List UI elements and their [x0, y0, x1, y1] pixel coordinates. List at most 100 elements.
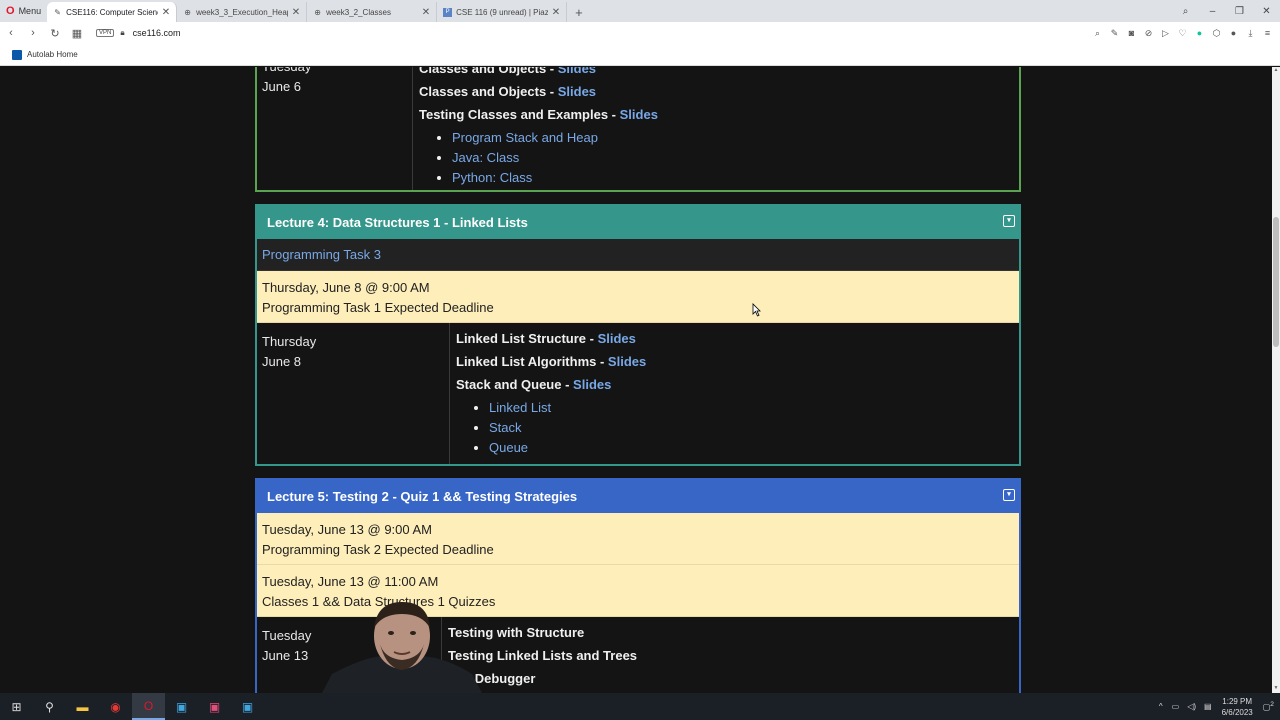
slides-link[interactable]: Slides — [558, 67, 596, 76]
deadline-row: Thursday, June 8 @ 9:00 AM Programming T… — [257, 271, 1019, 323]
windows-start-icon[interactable]: ⊞ — [0, 693, 33, 720]
topic-item: Stack and Queue - Slides — [456, 377, 612, 392]
close-tab-icon[interactable]: ✕ — [422, 7, 430, 18]
close-tab-icon[interactable]: ✕ — [552, 7, 560, 18]
lock-icon[interactable]: 🔒︎ — [120, 28, 124, 38]
address-bar: ‹ › ↻ ▦ VPN 🔒︎ cse116.com ⌕ ✎ ◙ ⊘ ▷ ♡ ● … — [0, 22, 1280, 44]
programming-task-link[interactable]: Programming Task 3 — [262, 247, 381, 262]
tab-search-icon[interactable]: ⌕ — [1172, 6, 1199, 17]
forward-icon[interactable]: › — [22, 27, 44, 39]
resource-link[interactable]: Program Stack and Heap — [452, 130, 598, 145]
network-icon[interactable]: ▭ — [1172, 702, 1180, 711]
extensions-cube-icon[interactable]: ⬡ — [1208, 28, 1225, 39]
zoom-icon[interactable]: ⌕ — [1089, 28, 1106, 39]
download-icon[interactable]: ⤓ — [1242, 28, 1259, 39]
resource-link[interactable]: Stack — [489, 420, 522, 435]
grammarly-icon[interactable]: ● — [1191, 28, 1208, 38]
reload-icon[interactable]: ↻ — [44, 27, 66, 40]
tabs-grid-icon[interactable]: ▦ — [66, 27, 88, 40]
resource-link[interactable]: Java: Class — [452, 150, 519, 165]
intellij-icon[interactable]: ▣ — [198, 693, 231, 720]
globe-icon: ⊕ — [314, 7, 321, 17]
lecture-date: Tuesday June 6 — [257, 67, 413, 190]
page-content: Tuesday June 6 Classes and Objects - Sli… — [0, 67, 1272, 693]
search-icon[interactable]: ⚲ — [33, 693, 66, 720]
bookmarks-bar: Autolab Home — [0, 44, 1280, 66]
lecture-day: June 8 — [262, 354, 302, 369]
url-field[interactable]: cse116.com — [133, 28, 181, 38]
scroll-up-icon[interactable]: ▲ — [1272, 67, 1280, 75]
clock[interactable]: 1:29 PM 6/6/2023 — [1222, 696, 1253, 718]
autolab-bookmark-icon — [12, 49, 22, 60]
back-icon[interactable]: ‹ — [0, 27, 22, 39]
slides-link[interactable]: Slides — [558, 84, 596, 99]
easy-setup-icon[interactable]: ≡ — [1259, 28, 1276, 38]
topic-item: Linked List Algorithms - Slides — [456, 354, 647, 369]
notification-center-icon[interactable]: ▢2 — [1263, 701, 1274, 712]
tray-chevron-icon[interactable]: ^ — [1159, 702, 1163, 711]
windows-taskbar: ⊞ ⚲ ▬ ◉ O ▣ ▣ ▣ ^ ▭ ◁) ▤ 1:29 PM 6/6/202… — [0, 693, 1280, 720]
scroll-down-icon[interactable]: ▼ — [1272, 685, 1280, 693]
speaker-icon[interactable]: ◁) — [1187, 702, 1196, 711]
send-icon[interactable]: ▷ — [1157, 28, 1174, 39]
terminal-icon[interactable]: ▣ — [165, 693, 198, 720]
resource-link[interactable]: Queue — [489, 440, 528, 455]
slides-link[interactable]: Slides — [620, 107, 658, 122]
site-favicon-icon: ✎ — [54, 7, 61, 17]
lecture-topics: Linked List Structure - Slides Linked Li… — [450, 323, 652, 464]
tab-execution-heap[interactable]: ⊕ week3_3_Execution_Heap ✕ — [177, 2, 308, 22]
scroll-thumb[interactable] — [1273, 217, 1279, 347]
minimize-icon[interactable]: – — [1199, 6, 1226, 17]
lecture-day: June 6 — [262, 79, 302, 94]
deadline-when: Tuesday, June 13 @ 9:00 AM — [262, 522, 433, 537]
keyboard-icon[interactable]: ▤ — [1204, 702, 1212, 711]
bookmark-autolab-home[interactable]: Autolab Home — [27, 50, 78, 59]
close-tab-icon[interactable]: ✕ — [162, 7, 170, 18]
opera-menu-button[interactable]: O Menu — [0, 0, 47, 22]
system-tray: ^ ▭ ◁) ▤ 1:29 PM 6/6/2023 ▢2 — [1154, 693, 1280, 720]
collapse-icon[interactable]: ▾ — [1003, 489, 1015, 501]
globe-icon: ⊕ — [184, 7, 191, 17]
deadline-when: Tuesday, June 13 @ 11:00 AM — [262, 574, 439, 589]
file-explorer-icon[interactable]: ▬ — [66, 693, 99, 720]
menu-label: Menu — [18, 6, 42, 16]
collapse-icon[interactable]: ▾ — [1003, 215, 1015, 227]
notification-count: 2 — [1270, 701, 1274, 709]
slides-link[interactable]: Slides — [598, 331, 636, 346]
close-window-icon[interactable]: ✕ — [1253, 6, 1280, 17]
opera-icon[interactable]: O — [132, 693, 165, 720]
slides-link[interactable]: Slides — [573, 377, 611, 392]
page-scrollbar[interactable]: ▲ ▼ — [1272, 67, 1280, 693]
tab-cse116[interactable]: ✎ CSE116: Computer Science ✕ — [47, 2, 178, 22]
block-icon[interactable]: ⊘ — [1140, 28, 1157, 39]
tab-classes[interactable]: ⊕ week3_2_Classes ✕ — [307, 2, 438, 22]
resource-link[interactable]: Linked List — [489, 400, 551, 415]
tab-piazza[interactable]: P CSE 116 (9 unread) | Piazza ✕ — [437, 2, 568, 22]
tab-title: week3_2_Classes — [326, 7, 392, 17]
deadline-what: Programming Task 2 Expected Deadline — [262, 542, 494, 557]
edit-icon[interactable]: ✎ — [1106, 28, 1123, 39]
extension-icons: ⌕ ✎ ◙ ⊘ ▷ ♡ ● ⬡ ● ⤓ ≡ — [1089, 22, 1276, 44]
lecture-topics: Classes and Objects - Slides Classes and… — [413, 67, 664, 190]
lecture-4-header[interactable]: Lecture 4: Data Structures 1 - Linked Li… — [257, 206, 1019, 239]
lecture-weekday: Thursday — [262, 334, 317, 349]
slides-link[interactable]: Slides — [608, 354, 646, 369]
lecture-3-card: Tuesday June 6 Classes and Objects - Sli… — [255, 67, 1021, 192]
tab-strip: O Menu ✎ CSE116: Computer Science ✕ ⊕ we… — [0, 0, 1280, 22]
browser-window: O Menu ✎ CSE116: Computer Science ✕ ⊕ we… — [0, 0, 1280, 720]
lecture-5-header[interactable]: Lecture 5: Testing 2 - Quiz 1 && Testing… — [257, 480, 1019, 513]
resource-link[interactable]: Python: Class — [452, 170, 532, 185]
presenter-webcam-overlay — [322, 596, 482, 693]
deadline-when: Thursday, June 8 @ 9:00 AM — [262, 280, 430, 295]
profile-icon[interactable]: ● — [1225, 28, 1242, 38]
vpn-badge[interactable]: VPN — [96, 29, 115, 37]
camera-icon[interactable]: ◙ — [1123, 28, 1140, 38]
chrome-icon[interactable]: ◉ — [99, 693, 132, 720]
mouse-cursor-icon — [752, 303, 761, 317]
close-tab-icon[interactable]: ✕ — [292, 7, 300, 18]
restore-icon[interactable]: ❐ — [1226, 6, 1253, 17]
new-tab-button[interactable]: + — [567, 2, 591, 22]
heart-icon[interactable]: ♡ — [1174, 28, 1191, 39]
topic-item: Classes and Objects - Slides — [419, 84, 597, 99]
app-icon[interactable]: ▣ — [231, 693, 264, 720]
